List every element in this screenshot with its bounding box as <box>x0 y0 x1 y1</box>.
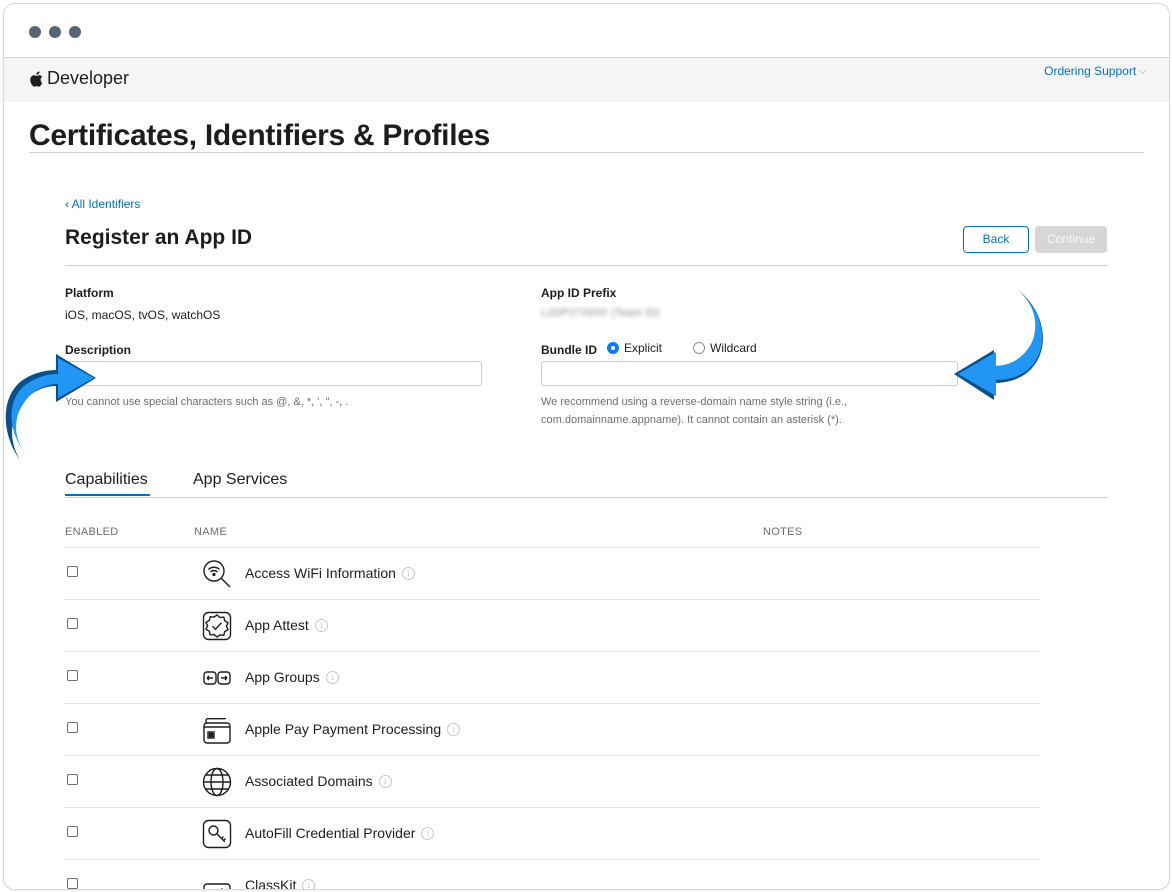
ordering-support-link[interactable]: Ordering Support ⌵ <box>1044 64 1146 78</box>
badge-check-icon <box>202 611 232 641</box>
table-row: AutoFill Credential Provider i <box>65 807 1040 860</box>
capability-label: Access WiFi Information <box>245 565 396 581</box>
divider <box>65 497 1108 498</box>
bundle-id-help-line-2: com.domainname.appname). It cannot conta… <box>541 414 842 426</box>
window-control-dot[interactable] <box>69 26 81 38</box>
enable-checkbox[interactable] <box>67 826 78 837</box>
platform-value: iOS, macOS, tvOS, watchOS <box>65 308 221 322</box>
enable-checkbox[interactable] <box>67 722 78 733</box>
capability-name: AutoFill Credential Provider i <box>245 825 435 841</box>
enable-checkbox[interactable] <box>67 774 78 785</box>
info-icon[interactable]: i <box>302 878 316 889</box>
tab-app-services[interactable]: App Services <box>193 471 287 489</box>
capability-name: Apple Pay Payment Processing i <box>245 721 461 737</box>
divider <box>29 152 1144 153</box>
radio-selected-icon <box>607 342 619 354</box>
column-header-name: NAME <box>194 526 227 538</box>
ordering-support-label: Ordering Support <box>1044 64 1137 78</box>
capability-label: AutoFill Credential Provider <box>245 825 416 841</box>
back-button[interactable]: Back <box>963 226 1029 253</box>
table-row: Associated Domains i <box>65 755 1040 808</box>
apple-logo-icon <box>30 71 43 87</box>
table-row: Access WiFi Information i <box>65 547 1040 600</box>
info-icon[interactable]: i <box>378 774 392 788</box>
browser-window: Developer Ordering Support ⌵ Certificate… <box>3 3 1170 890</box>
developer-home-link[interactable]: Developer <box>29 68 129 89</box>
wildcard-radio[interactable]: Wildcard <box>693 341 757 355</box>
table-row: App Groups i <box>65 651 1040 704</box>
description-input[interactable] <box>65 361 482 386</box>
annotation-arrow-right-icon <box>954 290 1043 400</box>
wifi-search-icon <box>203 560 231 588</box>
info-icon[interactable]: i <box>314 618 328 632</box>
capability-label: ClassKit <box>245 877 297 890</box>
platform-label: Platform <box>65 286 114 300</box>
all-identifiers-link[interactable]: ‹ All Identifiers <box>65 197 140 211</box>
table-row: ClassKit i <box>65 859 1040 890</box>
bundle-id-help-line-1: We recommend using a reverse-domain name… <box>541 396 848 408</box>
table-row: Apple Pay Payment Processing i <box>65 703 1040 756</box>
enable-checkbox[interactable] <box>67 566 78 577</box>
capability-name: Access WiFi Information i <box>245 565 415 581</box>
capability-label: App Attest <box>245 617 309 633</box>
capability-name: ClassKit i <box>245 877 316 890</box>
globe-icon <box>202 767 232 797</box>
key-icon <box>202 819 232 849</box>
title-bar <box>4 4 1169 58</box>
app-id-prefix-label: App ID Prefix <box>541 286 617 300</box>
app-id-prefix-value: L2DP27X6XF (Team ID) <box>541 307 660 319</box>
table-row: App Attest i <box>65 599 1040 652</box>
enable-checkbox[interactable] <box>67 878 78 889</box>
capability-name: Associated Domains i <box>245 773 392 789</box>
info-icon[interactable]: i <box>401 566 415 580</box>
enable-checkbox[interactable] <box>67 618 78 629</box>
wildcard-radio-label: Wildcard <box>710 341 757 355</box>
tab-capabilities[interactable]: Capabilities <box>65 471 148 489</box>
column-header-enabled: ENABLED <box>65 526 119 538</box>
bundle-id-label: Bundle ID <box>541 343 597 357</box>
info-icon[interactable]: i <box>325 670 339 684</box>
window-control-dot[interactable] <box>29 26 41 38</box>
card-icon <box>203 718 231 744</box>
info-icon[interactable]: i <box>447 722 461 736</box>
page-title: Certificates, Identifiers & Profiles <box>29 119 491 152</box>
capability-label: Associated Domains <box>245 773 373 789</box>
capability-label: Apple Pay Payment Processing <box>245 721 442 737</box>
developer-nav: Developer Ordering Support ⌵ <box>4 58 1169 102</box>
chevron-down-icon: ⌵ <box>1139 65 1146 76</box>
radio-unselected-icon <box>693 342 705 354</box>
active-tab-indicator <box>65 494 150 496</box>
description-help-text: You cannot use special characters such a… <box>65 396 349 408</box>
explicit-radio-label: Explicit <box>624 341 663 355</box>
column-header-notes: NOTES <box>763 526 803 538</box>
window-control-dot[interactable] <box>49 26 61 38</box>
continue-button[interactable]: Continue <box>1035 226 1107 253</box>
annotation-arrow-left-icon <box>5 354 97 460</box>
enable-checkbox[interactable] <box>67 670 78 681</box>
form-title: Register an App ID <box>65 226 253 249</box>
bundle-id-input[interactable] <box>541 361 958 386</box>
explicit-radio[interactable]: Explicit <box>607 341 662 355</box>
developer-brand-text: Developer <box>47 68 130 88</box>
capability-label: App Groups <box>245 669 320 685</box>
info-icon[interactable]: i <box>421 826 435 840</box>
capability-name: App Groups i <box>245 669 339 685</box>
capability-name: App Attest i <box>245 617 328 633</box>
classkit-icon <box>203 883 231 889</box>
app-groups-icon <box>203 671 231 685</box>
divider <box>65 265 1108 266</box>
